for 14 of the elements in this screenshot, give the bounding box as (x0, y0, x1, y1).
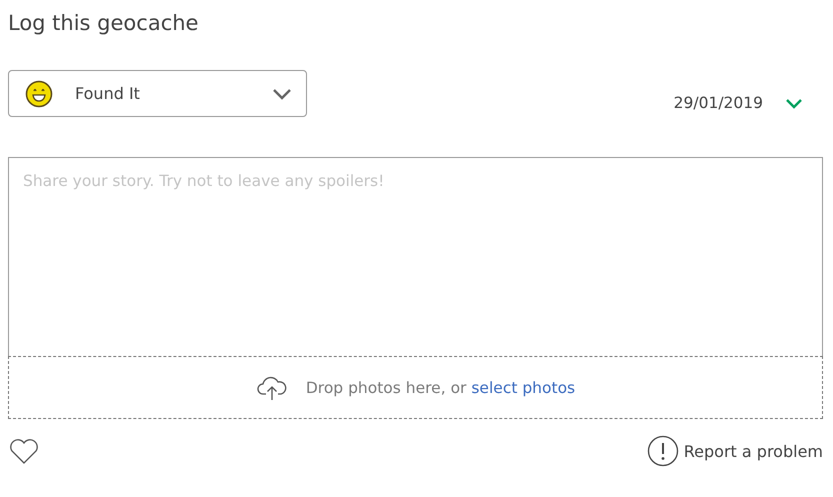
exclamation-circle-icon (646, 435, 679, 467)
heart-icon[interactable] (8, 437, 40, 465)
chevron-down-icon[interactable] (785, 98, 803, 108)
smiley-icon (25, 80, 53, 108)
photo-drop-zone[interactable]: Drop photos here, or select photos (8, 356, 823, 419)
date-value[interactable]: 29/01/2019 (674, 94, 763, 112)
page-title: Log this geocache (8, 10, 200, 37)
cloud-upload-icon (256, 374, 288, 400)
drop-instructions: Drop photos here, or select photos (306, 378, 576, 396)
report-problem-link[interactable]: Report a problem (646, 435, 823, 467)
select-photos-link[interactable]: select photos (471, 378, 576, 396)
log-type-dropdown[interactable]: Found It (8, 70, 307, 117)
chevron-down-icon (272, 88, 292, 100)
story-field[interactable]: Share your story. Try not to leave any spoilers! (8, 157, 823, 356)
